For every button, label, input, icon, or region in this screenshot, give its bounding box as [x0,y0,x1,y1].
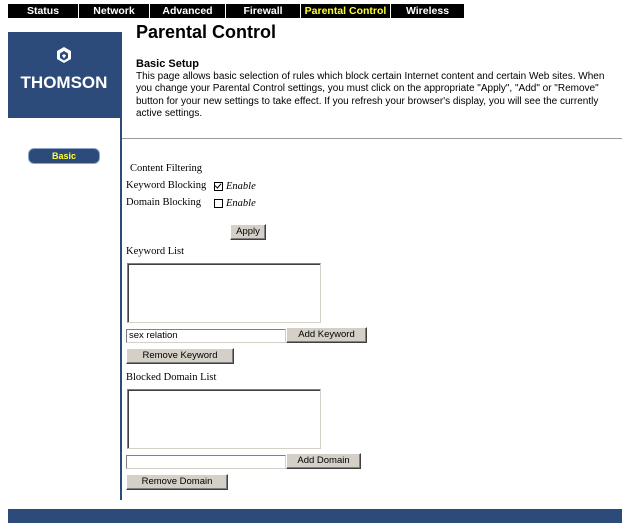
divider [122,138,622,139]
domain-blocking-checkbox[interactable] [214,199,223,208]
keyword-input[interactable]: sex relation [126,329,286,343]
intro-line: This page allows basic selection of rule… [136,71,605,82]
keyword-blocking-label: Keyword Blocking [126,180,207,191]
remove-domain-button[interactable]: Remove Domain [126,474,228,490]
keyword-listbox[interactable] [127,263,321,323]
tab-network[interactable]: Network [79,4,150,18]
page-title: Parental Control [136,22,277,42]
tab-advanced[interactable]: Advanced [150,4,226,18]
remove-keyword-button[interactable]: Remove Keyword [126,348,234,364]
domain-blocking-option: Enable [214,197,256,210]
top-nav: Status Network Advanced Firewall Parenta… [8,4,464,18]
tab-firewall[interactable]: Firewall [226,4,301,18]
footer-bar [8,509,622,523]
domain-blocking-label: Domain Blocking [126,197,201,208]
intro-line: button for your new settings to take eff… [136,95,599,107]
intro-text: This page allows basic selection of rule… [136,71,622,120]
sidebar: THOMSON Basic [8,32,120,500]
tab-parental-control[interactable]: Parental Control [301,4,391,18]
keyword-blocking-option: Enable [214,180,256,193]
content-filtering-heading: Content Filtering [130,163,203,174]
tab-status[interactable]: Status [8,4,79,18]
blocked-domain-listbox[interactable] [127,389,321,449]
domain-input[interactable] [126,455,286,469]
thomson-logo-icon [57,47,71,63]
brand-logo: THOMSON [8,32,120,118]
keyword-blocking-enable-label: Enable [226,181,256,192]
add-domain-button[interactable]: Add Domain [286,453,361,469]
apply-button[interactable]: Apply [230,224,266,240]
keyword-blocking-checkbox[interactable] [214,182,223,191]
add-keyword-button[interactable]: Add Keyword [286,327,367,343]
intro-line: you change your Parental Control setting… [136,83,599,95]
tab-wireless[interactable]: Wireless [391,4,464,18]
sidebar-item-basic[interactable]: Basic [28,148,100,164]
blocked-domain-list-label: Blocked Domain List [126,372,217,383]
keyword-list-label: Keyword List [126,246,185,257]
intro-line: active settings. [136,107,203,119]
logo-text: THOMSON [20,73,108,92]
domain-blocking-enable-label: Enable [226,198,256,209]
section-title: Basic Setup [136,58,199,70]
sidebar-divider [120,32,122,500]
